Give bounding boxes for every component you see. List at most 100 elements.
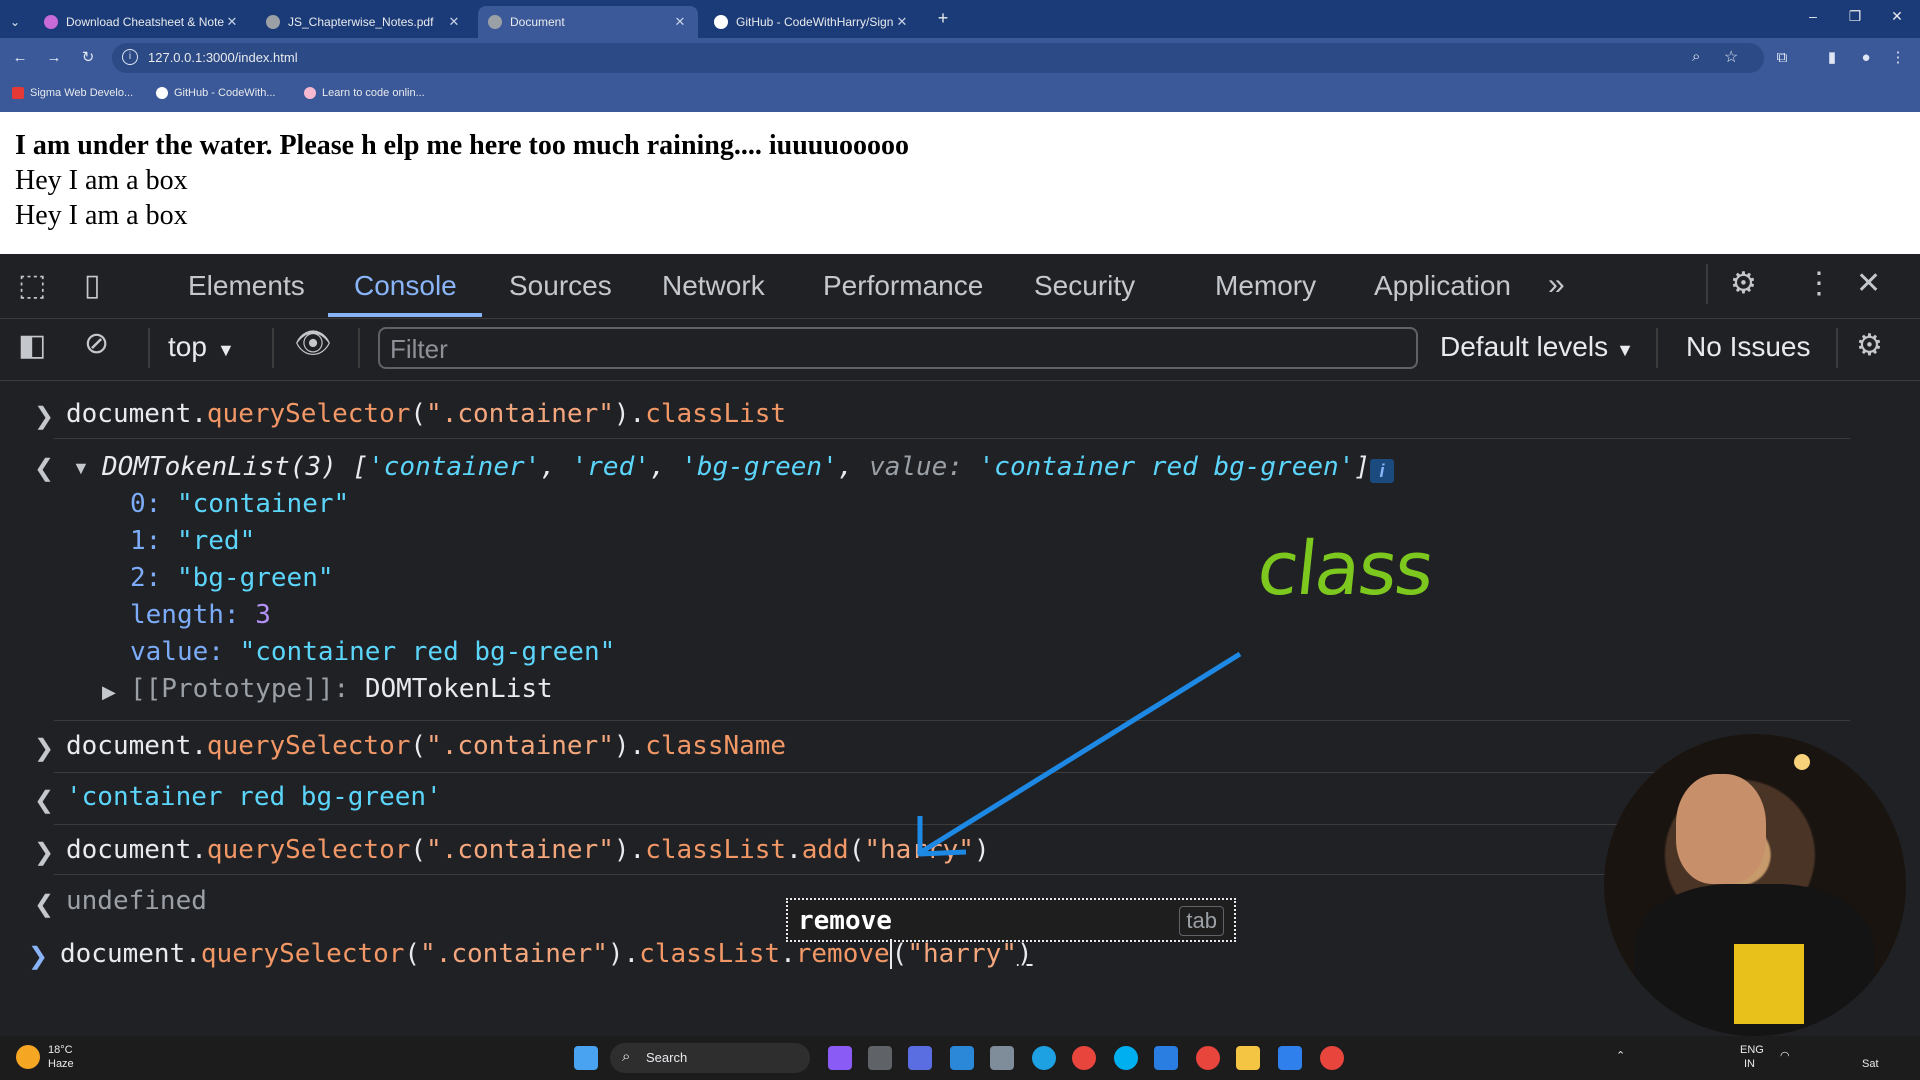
log-levels-dropdown[interactable]: Default levels ▼: [1440, 331, 1634, 363]
file-explorer-icon[interactable]: [1236, 1046, 1260, 1070]
minimize-icon[interactable]: –: [1798, 8, 1828, 28]
tab-key-hint: tab: [1179, 906, 1224, 936]
vscode-icon[interactable]: [1278, 1046, 1302, 1070]
task-view-icon[interactable]: [868, 1046, 892, 1070]
restore-icon[interactable]: ❐: [1840, 8, 1870, 28]
github-icon: [714, 15, 728, 29]
handwritten-annotation: class: [1253, 526, 1437, 612]
console-current-input[interactable]: document.querySelector(".container").cla…: [60, 939, 1033, 969]
domtokenlist-summary[interactable]: DOMTokenList(3) ['container', 'red', 'bg…: [102, 452, 1370, 482]
tab-network[interactable]: Network: [662, 270, 765, 302]
chrome-icon[interactable]: [1072, 1046, 1096, 1070]
sidebar-toggle-icon[interactable]: ◧: [18, 328, 46, 363]
inspect-element-icon[interactable]: ⬚: [18, 268, 46, 303]
clear-console-icon[interactable]: ⊘: [84, 326, 109, 361]
tab-memory[interactable]: Memory: [1215, 270, 1316, 302]
settings-icon[interactable]: [990, 1046, 1014, 1070]
expand-triangle-icon[interactable]: ▼: [72, 458, 90, 479]
extensions-icon[interactable]: ⧉: [1772, 48, 1792, 68]
zoom-icon[interactable]: ⌕: [1692, 48, 1700, 65]
filter-field[interactable]: [378, 327, 1418, 369]
weather-icon[interactable]: [16, 1045, 40, 1069]
tab-title: JS_Chapterwise_Notes.pdf: [288, 15, 434, 29]
bookmark-label: Learn to code onlin...: [322, 87, 425, 99]
tab-elements[interactable]: Elements: [188, 270, 305, 302]
close-tab-icon[interactable]: ✕: [446, 14, 462, 30]
token-prototype[interactable]: [[Prototype]]: DOMTokenList: [130, 674, 553, 704]
tab-title: Download Cheatsheet & Note: [66, 15, 224, 29]
forward-icon[interactable]: →: [44, 48, 64, 68]
tab-search-button[interactable]: ⌄: [0, 6, 34, 38]
context-selector[interactable]: top ▼: [168, 331, 235, 363]
bookmarks-bar: Sigma Web Develo... GitHub - CodeWith...…: [0, 78, 1920, 113]
dropdown-arrow-icon: ▼: [216, 340, 235, 360]
address-bar[interactable]: i 127.0.0.1:3000/index.html ⌕ ☆: [112, 43, 1764, 73]
device-toolbar-icon[interactable]: ▯: [84, 268, 101, 303]
favicon-icon: [488, 15, 502, 29]
divider: [272, 328, 274, 368]
autocomplete-popup[interactable]: remove tab: [786, 898, 1236, 942]
tab-document[interactable]: Document ✕: [478, 6, 698, 38]
skype-icon[interactable]: [1114, 1046, 1138, 1070]
new-tab-icon[interactable]: +: [928, 8, 958, 28]
levels-label: Default levels: [1440, 331, 1609, 362]
site-info-icon[interactable]: i: [122, 49, 138, 65]
clock-day: Sat: [1862, 1058, 1879, 1070]
more-tabs-icon[interactable]: »: [1548, 268, 1565, 302]
devtools-tabbar: ⬚ ▯ Elements Console Sources Network Per…: [0, 254, 1920, 319]
autocomplete-suggestion[interactable]: remove: [798, 906, 892, 936]
dropdown-arrow-icon: ▼: [1616, 340, 1634, 360]
back-icon[interactable]: ←: [10, 48, 30, 68]
windows-start-icon[interactable]: [574, 1046, 598, 1070]
search-icon: ⌕: [622, 1048, 631, 1065]
console-result: undefined: [66, 886, 207, 916]
tab-application[interactable]: Application: [1374, 270, 1511, 302]
tab-performance[interactable]: Performance: [823, 270, 983, 302]
chrome-active-icon[interactable]: [1320, 1046, 1344, 1070]
weather-temp: 18°C: [48, 1044, 73, 1056]
settings-gear-icon[interactable]: ⚙: [1730, 266, 1757, 301]
tab-security[interactable]: Security: [1034, 270, 1135, 302]
close-tab-icon[interactable]: ✕: [672, 14, 688, 30]
bookmark-item[interactable]: Learn to code onlin...: [304, 87, 425, 99]
more-options-icon[interactable]: ⋮: [1804, 266, 1834, 301]
teams-icon[interactable]: [908, 1046, 932, 1070]
collapsed-triangle-icon[interactable]: ▶: [102, 682, 116, 703]
tab-cheatsheet[interactable]: Download Cheatsheet & Note ✕: [34, 6, 250, 38]
language-code: ENG: [1740, 1044, 1764, 1056]
tab-github[interactable]: GitHub - CodeWithHarry/Sign ✕: [704, 6, 920, 38]
todo-icon[interactable]: [1154, 1046, 1178, 1070]
calendar-icon[interactable]: [950, 1046, 974, 1070]
favicon-icon: [266, 15, 280, 29]
reload-icon[interactable]: ↻: [78, 48, 98, 68]
close-tab-icon[interactable]: ✕: [894, 14, 910, 30]
filter-input[interactable]: [388, 333, 1392, 365]
edge-icon[interactable]: [1032, 1046, 1056, 1070]
taskbar-search[interactable]: ⌕ Search: [610, 1043, 810, 1073]
browser-menu-icon[interactable]: ⋮: [1888, 48, 1908, 68]
bookmark-item[interactable]: GitHub - CodeWith...: [156, 87, 275, 99]
close-devtools-icon[interactable]: ✕: [1856, 266, 1881, 301]
wifi-icon[interactable]: ◠: [1780, 1050, 1790, 1063]
info-icon[interactable]: i: [1370, 459, 1394, 483]
side-panel-icon[interactable]: ▮: [1822, 48, 1842, 68]
tab-js-notes[interactable]: JS_Chapterwise_Notes.pdf ✕: [256, 6, 472, 38]
tray-overflow-icon[interactable]: ⌃: [1616, 1050, 1625, 1063]
close-window-icon[interactable]: ✕: [1882, 8, 1912, 28]
favicon-icon: [44, 15, 58, 29]
close-tab-icon[interactable]: ✕: [224, 14, 240, 30]
site-icon: [304, 87, 316, 99]
tab-sources[interactable]: Sources: [509, 270, 612, 302]
live-expression-eye-icon[interactable]: 👁: [294, 326, 332, 361]
bookmark-star-icon[interactable]: ☆: [1724, 47, 1738, 67]
input-prompt-icon: ❯: [34, 839, 55, 866]
copilot-icon[interactable]: [828, 1046, 852, 1070]
issues-counter[interactable]: No Issues: [1686, 331, 1811, 363]
tab-console[interactable]: Console: [354, 270, 457, 302]
profile-icon[interactable]: ●: [1856, 48, 1876, 68]
token-item: 1: "red": [130, 526, 256, 556]
console-settings-icon[interactable]: ⚙: [1856, 328, 1883, 363]
chrome-profile-icon[interactable]: [1196, 1046, 1220, 1070]
token-length: length: 3: [130, 600, 271, 630]
bookmark-item[interactable]: Sigma Web Develo...: [12, 87, 133, 99]
